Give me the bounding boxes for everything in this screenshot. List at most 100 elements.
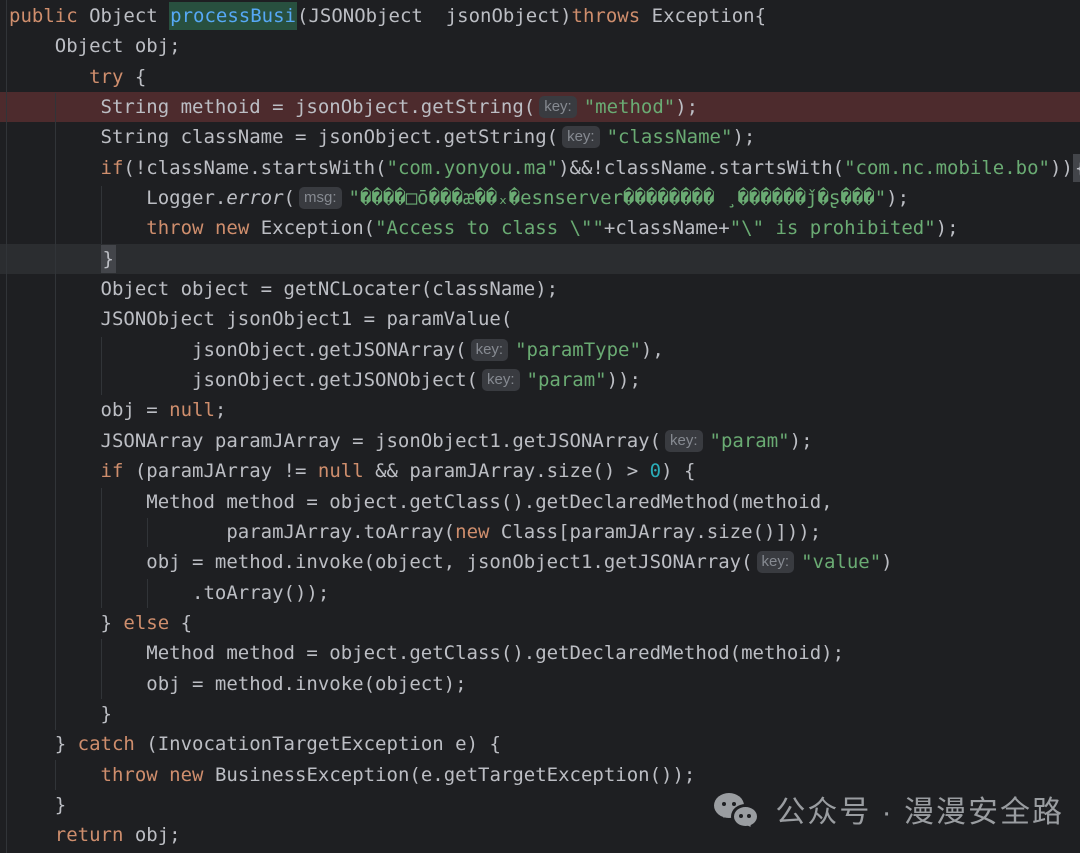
- code-token: String className = jsonObject.getString(: [9, 126, 558, 148]
- code-token: )): [1050, 157, 1073, 179]
- code-token: )&&!className.startsWith(: [558, 157, 844, 179]
- code-token: jsonObject.getJSONObject(: [9, 369, 478, 391]
- code-line: jsonObject.getJSONObject(key:"param"));: [0, 365, 1080, 395]
- code-token: {: [1073, 154, 1080, 182]
- code-line: Method method = object.getClass().getDec…: [0, 638, 1080, 668]
- code-token: (JSONObject jsonObject): [297, 5, 572, 27]
- code-token: }: [9, 733, 78, 755]
- code-token: {: [123, 66, 146, 88]
- code-token: [9, 66, 89, 88]
- code-token: "className": [607, 126, 733, 148]
- code-editor[interactable]: public Object processBusi(JSONObject jso…: [0, 0, 1080, 853]
- code-token: "\" is prohibited": [730, 217, 936, 239]
- code-line: throw new Exception("Access to class \""…: [0, 213, 1080, 243]
- inline-parameter-hint: key:: [562, 126, 600, 148]
- code-token: "com.yonyou.ma": [387, 157, 559, 179]
- code-line: JSONArray paramJArray = jsonObject1.getJ…: [0, 426, 1080, 456]
- code-token: "����□ō���æ��ₓ�esnserver�������� ¸������…: [349, 187, 887, 209]
- code-token: Exception(: [249, 217, 375, 239]
- code-token: );: [936, 217, 959, 239]
- code-token: (InvocationTargetException e) {: [135, 733, 501, 755]
- code-token: "com.nc.mobile.bo": [844, 157, 1050, 179]
- code-line: String className = jsonObject.getString(…: [0, 122, 1080, 152]
- code-token: throw: [101, 764, 158, 786]
- code-token: try: [89, 66, 123, 88]
- code-token: Method method = object.getClass().getDec…: [9, 491, 833, 513]
- code-token: Object: [78, 5, 170, 27]
- code-token: error: [226, 187, 283, 209]
- watermark-text: 公众号 · 漫漫安全路: [775, 787, 1064, 831]
- code-line: obj = method.invoke(object);: [0, 669, 1080, 699]
- code-token: JSONArray paramJArray = jsonObject1.getJ…: [9, 430, 661, 452]
- code-token: }: [101, 245, 116, 273]
- code-token: JSONObject jsonObject1 = paramValue(: [9, 308, 512, 330]
- code-line: public Object processBusi(JSONObject jso…: [0, 1, 1080, 31]
- code-token: Logger.: [9, 187, 226, 209]
- inline-parameter-hint: key:: [665, 430, 703, 452]
- code-line: JSONObject jsonObject1 = paramValue(: [0, 304, 1080, 334]
- wechat-icon: [713, 788, 761, 830]
- code-token: return: [55, 824, 124, 846]
- code-token: [9, 824, 55, 846]
- code-token: obj =: [9, 399, 169, 421]
- code-token: "Access to class \"": [375, 217, 604, 239]
- code-token: Class[paramJArray.size()]));: [489, 521, 821, 543]
- code-line: jsonObject.getJSONArray(key:"paramType")…: [0, 335, 1080, 365]
- code-token: obj;: [123, 824, 180, 846]
- code-token: ));: [607, 369, 641, 391]
- code-token: String methoid = jsonObject.getString(: [9, 96, 535, 118]
- code-token: "value": [801, 551, 881, 573]
- code-token: obj = method.invoke(object);: [9, 673, 467, 695]
- code-line: throw new BusinessException(e.getTargetE…: [0, 760, 1080, 790]
- code-token: "method": [584, 96, 676, 118]
- code-token: ;: [215, 399, 226, 421]
- code-line: Method method = object.getClass().getDec…: [0, 487, 1080, 517]
- code-token: {: [169, 612, 192, 634]
- code-token: [9, 217, 146, 239]
- code-token: obj = method.invoke(object, jsonObject1.…: [9, 551, 753, 573]
- code-token: [9, 460, 101, 482]
- code-token: Object obj;: [9, 35, 181, 57]
- code-line: paramJArray.toArray(new Class[paramJArra…: [0, 517, 1080, 547]
- code-token: );: [732, 126, 755, 148]
- code-token: [9, 764, 101, 786]
- code-line: .toArray());: [0, 578, 1080, 608]
- code-line: String methoid = jsonObject.getString(ke…: [0, 92, 1080, 122]
- code-line: Logger.error(msg: "����□ō���æ��ₓ�esnserve…: [0, 183, 1080, 213]
- code-token: processBusi: [169, 2, 297, 30]
- code-token: null: [318, 460, 364, 482]
- code-token: .toArray());: [9, 582, 329, 604]
- inline-parameter-hint: key:: [482, 369, 520, 391]
- inline-parameter-hint: key:: [471, 339, 509, 361]
- code-token: );: [790, 430, 813, 452]
- code-line: } catch (InvocationTargetException e) {: [0, 729, 1080, 759]
- code-line: Object obj;: [0, 31, 1080, 61]
- code-line: obj = method.invoke(object, jsonObject1.…: [0, 547, 1080, 577]
- code-token: jsonObject.getJSONArray(: [9, 339, 467, 361]
- code-area[interactable]: public Object processBusi(JSONObject jso…: [0, 1, 1080, 851]
- code-token: );: [886, 187, 909, 209]
- code-line: try {: [0, 62, 1080, 92]
- code-token: );: [675, 96, 698, 118]
- code-token: ): [881, 551, 892, 573]
- code-token: BusinessException(e.getTargetException()…: [204, 764, 696, 786]
- code-line: } else {: [0, 608, 1080, 638]
- code-token: Exception{: [640, 5, 766, 27]
- code-token: throws: [572, 5, 641, 27]
- code-token: ),: [641, 339, 664, 361]
- code-token: (paramJArray !=: [123, 460, 317, 482]
- code-token: }: [9, 794, 66, 816]
- code-line: }: [0, 699, 1080, 729]
- code-token: (!className.startsWith(: [123, 157, 386, 179]
- code-token: new: [215, 217, 249, 239]
- code-token: (: [284, 187, 295, 209]
- code-token: "param": [710, 430, 790, 452]
- code-line: if (paramJArray != null && paramJArray.s…: [0, 456, 1080, 486]
- code-token: }: [9, 612, 123, 634]
- inline-parameter-hint: msg:: [299, 187, 342, 209]
- code-token: public: [9, 5, 78, 27]
- code-token: null: [169, 399, 215, 421]
- code-token: [203, 217, 214, 239]
- code-line: }: [0, 244, 1080, 274]
- code-token: }: [9, 703, 112, 725]
